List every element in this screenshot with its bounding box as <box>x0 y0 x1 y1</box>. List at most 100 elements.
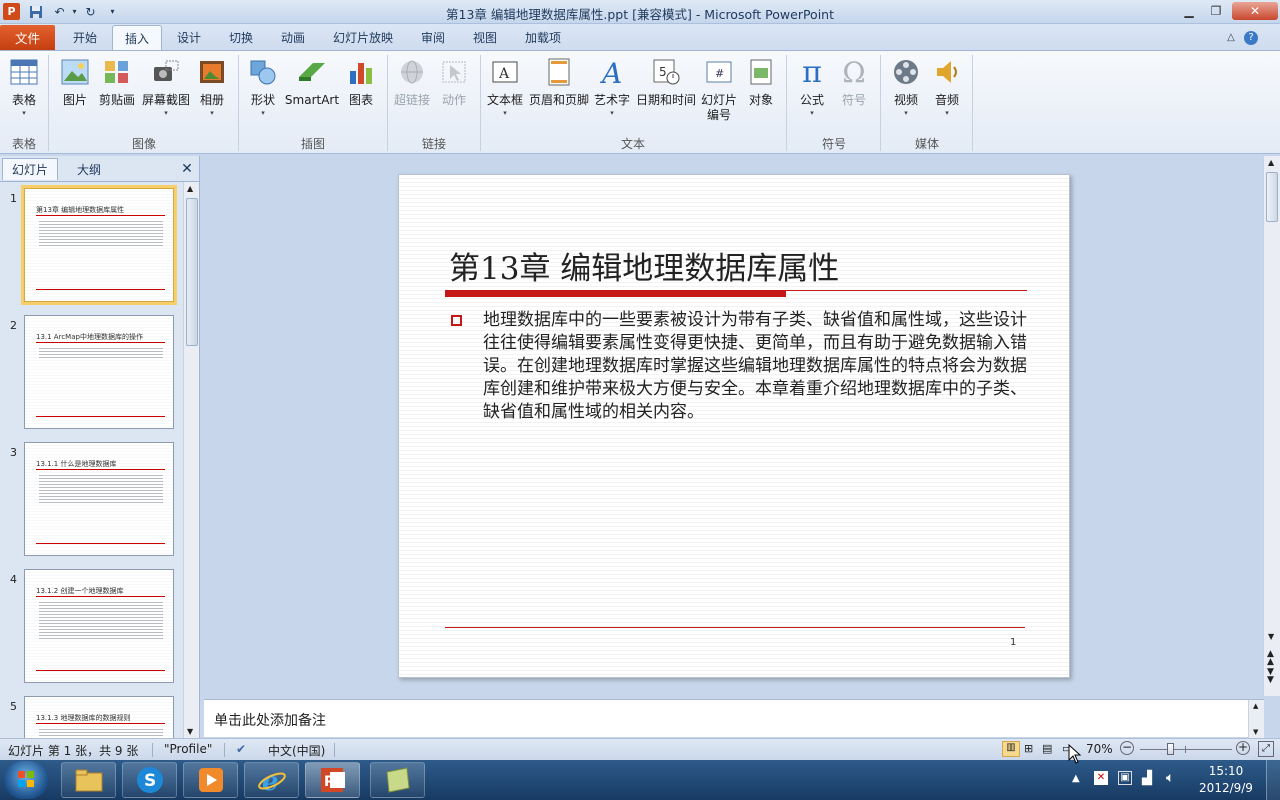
zoom-slider[interactable] <box>1140 743 1232 755</box>
svg-text:5: 5 <box>659 65 667 79</box>
slide-thumbnail-2[interactable]: 13.1 ArcMap中地理数据库的操作 <box>24 315 174 429</box>
theme-name-status[interactable]: "Profile" <box>164 742 212 756</box>
notes-scrollbar[interactable]: ▲ ▼ <box>1248 700 1264 738</box>
slide-sorter-view-icon[interactable]: ⊞ <box>1024 742 1033 755</box>
tab-animations[interactable]: 动画 <box>268 25 318 50</box>
network-icon[interactable]: ▟ <box>1142 771 1152 786</box>
slide-number-button[interactable]: # 幻灯片 编号 <box>700 57 738 123</box>
tab-insert[interactable]: 插入 <box>112 25 162 50</box>
volume-icon[interactable]: 🔈︎ <box>1166 770 1174 786</box>
chart-button[interactable]: 图表 <box>342 57 380 108</box>
smartart-button[interactable]: SmartArt <box>284 57 340 108</box>
normal-view-icon[interactable]: ▥ <box>1002 741 1020 757</box>
insert-table-button[interactable]: 表格 ▾ <box>4 57 44 118</box>
header-footer-button[interactable]: 页眉和页脚 <box>528 57 590 108</box>
show-hidden-icons[interactable]: ▲ <box>1072 773 1080 784</box>
start-button[interactable] <box>4 761 48 799</box>
slide-thumbnail-1[interactable]: 第13章 编辑地理数据库属性 <box>21 185 177 305</box>
date-time-button[interactable]: 5 日期和时间 <box>634 57 698 108</box>
tab-home[interactable]: 开始 <box>60 25 110 50</box>
notes-placeholder[interactable]: 单击此处添加备注 <box>214 710 326 730</box>
folder-icon <box>75 769 102 792</box>
object-button[interactable]: 对象 <box>742 57 780 108</box>
slide-scrollbar[interactable]: ▲ ▼ ▲ ▲ ▼ ▼ <box>1263 156 1280 696</box>
reading-view-icon[interactable]: ▤ <box>1042 742 1052 755</box>
table-icon <box>9 57 39 87</box>
notes-pane[interactable]: 单击此处添加备注 ▲ ▼ <box>204 699 1264 738</box>
sogou-icon: S <box>136 767 163 793</box>
sogou-taskbar-button[interactable]: S <box>122 762 177 798</box>
slide-thumbnail-3[interactable]: 13.1.1 什么是地理数据库 <box>24 442 174 556</box>
minimize-ribbon-icon[interactable]: △ <box>1222 25 1240 50</box>
photo-album-button[interactable]: 相册 ▾ <box>194 57 230 118</box>
video-button[interactable]: 视频 ▾ <box>886 57 926 118</box>
screenshot-button[interactable]: 屏幕截图 ▾ <box>138 57 194 118</box>
zoom-out-icon[interactable]: − <box>1120 741 1134 755</box>
slide-thumbnail-5[interactable]: 13.1.3 地理数据库的数据规则 <box>24 696 174 738</box>
scroll-up-icon[interactable]: ▲ <box>1268 158 1274 167</box>
powerpoint-taskbar-button[interactable]: P <box>305 762 360 798</box>
tray-app-icon[interactable]: ▣ <box>1118 771 1132 785</box>
spellcheck-icon[interactable]: ✔ <box>236 742 246 756</box>
slide-title[interactable]: 第13章 编辑地理数据库属性 <box>449 243 839 288</box>
title-bar: P ↶ ▾ ↻ ▾ 第13章 编辑地理数据库属性.ppt [兼容模式] - Mi… <box>0 0 1280 24</box>
close-icon[interactable]: ✕ <box>1232 2 1278 20</box>
textbox-button[interactable]: A 文本框 ▾ <box>484 57 526 118</box>
insert-clipart-button[interactable]: 剪贴画 <box>96 57 138 108</box>
audio-button[interactable]: 音频 ▾ <box>928 57 966 118</box>
pane-scrollbar[interactable]: ▲ ▼ <box>183 182 199 738</box>
notepad-taskbar-button[interactable] <box>370 762 425 798</box>
slide-body-text[interactable]: 地理数据库中的一些要素被设计为带有子类、缺省值和属性域，这些设计往往使得编辑要素… <box>483 309 1033 424</box>
explorer-taskbar-button[interactable] <box>61 762 116 798</box>
date-time-icon: 5 <box>651 57 681 87</box>
minimize-icon[interactable]: ▁ <box>1176 2 1202 20</box>
zoom-in-icon[interactable]: + <box>1236 741 1250 755</box>
restore-icon[interactable]: ❐ <box>1203 2 1229 20</box>
equation-button[interactable]: π 公式 ▾ <box>792 55 832 118</box>
symbol-button[interactable]: Ω 符号 <box>834 55 874 108</box>
tab-slides[interactable]: 幻灯片 <box>2 158 58 180</box>
zoom-level[interactable]: 70% <box>1086 742 1113 756</box>
wordart-button[interactable]: A 艺术字 ▾ <box>592 57 632 118</box>
clock-date: 2012/9/9 <box>1199 781 1253 795</box>
tab-slideshow[interactable]: 幻灯片放映 <box>322 25 404 50</box>
fit-to-window-icon[interactable]: ⤢ <box>1258 741 1274 757</box>
tab-transitions[interactable]: 切换 <box>216 25 266 50</box>
action-center-flag-icon[interactable]: ✕ <box>1094 771 1108 785</box>
zoom-slider-thumb[interactable] <box>1166 743 1174 755</box>
tab-addins[interactable]: 加载项 <box>514 25 572 50</box>
title-red-bar <box>445 291 786 297</box>
group-label-media: 媒体 <box>914 137 939 151</box>
help-icon[interactable]: ? <box>1242 25 1260 50</box>
system-clock[interactable]: 15:10 2012/9/9 <box>1196 763 1256 797</box>
tab-design[interactable]: 设计 <box>164 25 214 50</box>
tab-file[interactable]: 文件 <box>0 25 55 50</box>
slide-scroll-thumb[interactable] <box>1266 172 1278 222</box>
scroll-up-icon[interactable]: ▲ <box>187 184 193 193</box>
scroll-down-icon[interactable]: ▼ <box>187 727 193 736</box>
show-desktop-button[interactable] <box>1266 760 1280 800</box>
close-pane-icon[interactable]: ✕ <box>178 158 196 180</box>
hyperlink-button[interactable]: 超链接 <box>392 57 432 108</box>
tab-outline[interactable]: 大纲 <box>60 158 118 180</box>
slide-thumbnail-4[interactable]: 13.1.2 创建一个地理数据库 <box>24 569 174 683</box>
previous-slide-icon[interactable]: ▲ ▲ <box>1267 650 1274 667</box>
window-title: 第13章 编辑地理数据库属性.ppt [兼容模式] - Microsoft Po… <box>446 7 834 22</box>
insert-picture-button[interactable]: 图片 <box>54 57 96 108</box>
current-slide[interactable]: 第13章 编辑地理数据库属性 地理数据库中的一些要素被设计为带有子类、缺省值和属… <box>398 174 1070 678</box>
action-icon <box>439 57 469 87</box>
internet-explorer-taskbar-button[interactable]: e <box>244 762 299 798</box>
scroll-down-icon[interactable]: ▼ <box>1268 632 1274 641</box>
screenshot-icon <box>151 57 181 87</box>
media-player-taskbar-button[interactable] <box>183 762 238 798</box>
group-label-links: 链接 <box>421 137 446 151</box>
pane-scroll-thumb[interactable] <box>186 198 198 346</box>
next-slide-icon[interactable]: ▼ ▼ <box>1267 668 1274 685</box>
bullet-square-icon <box>451 315 462 326</box>
shapes-button[interactable]: 形状 ▾ <box>244 57 282 118</box>
language-status[interactable]: 中文(中国) <box>268 742 325 759</box>
tab-review[interactable]: 审阅 <box>408 25 458 50</box>
tab-view[interactable]: 视图 <box>460 25 510 50</box>
omega-icon: Ω <box>842 55 866 89</box>
action-button[interactable]: 动作 <box>434 57 474 108</box>
